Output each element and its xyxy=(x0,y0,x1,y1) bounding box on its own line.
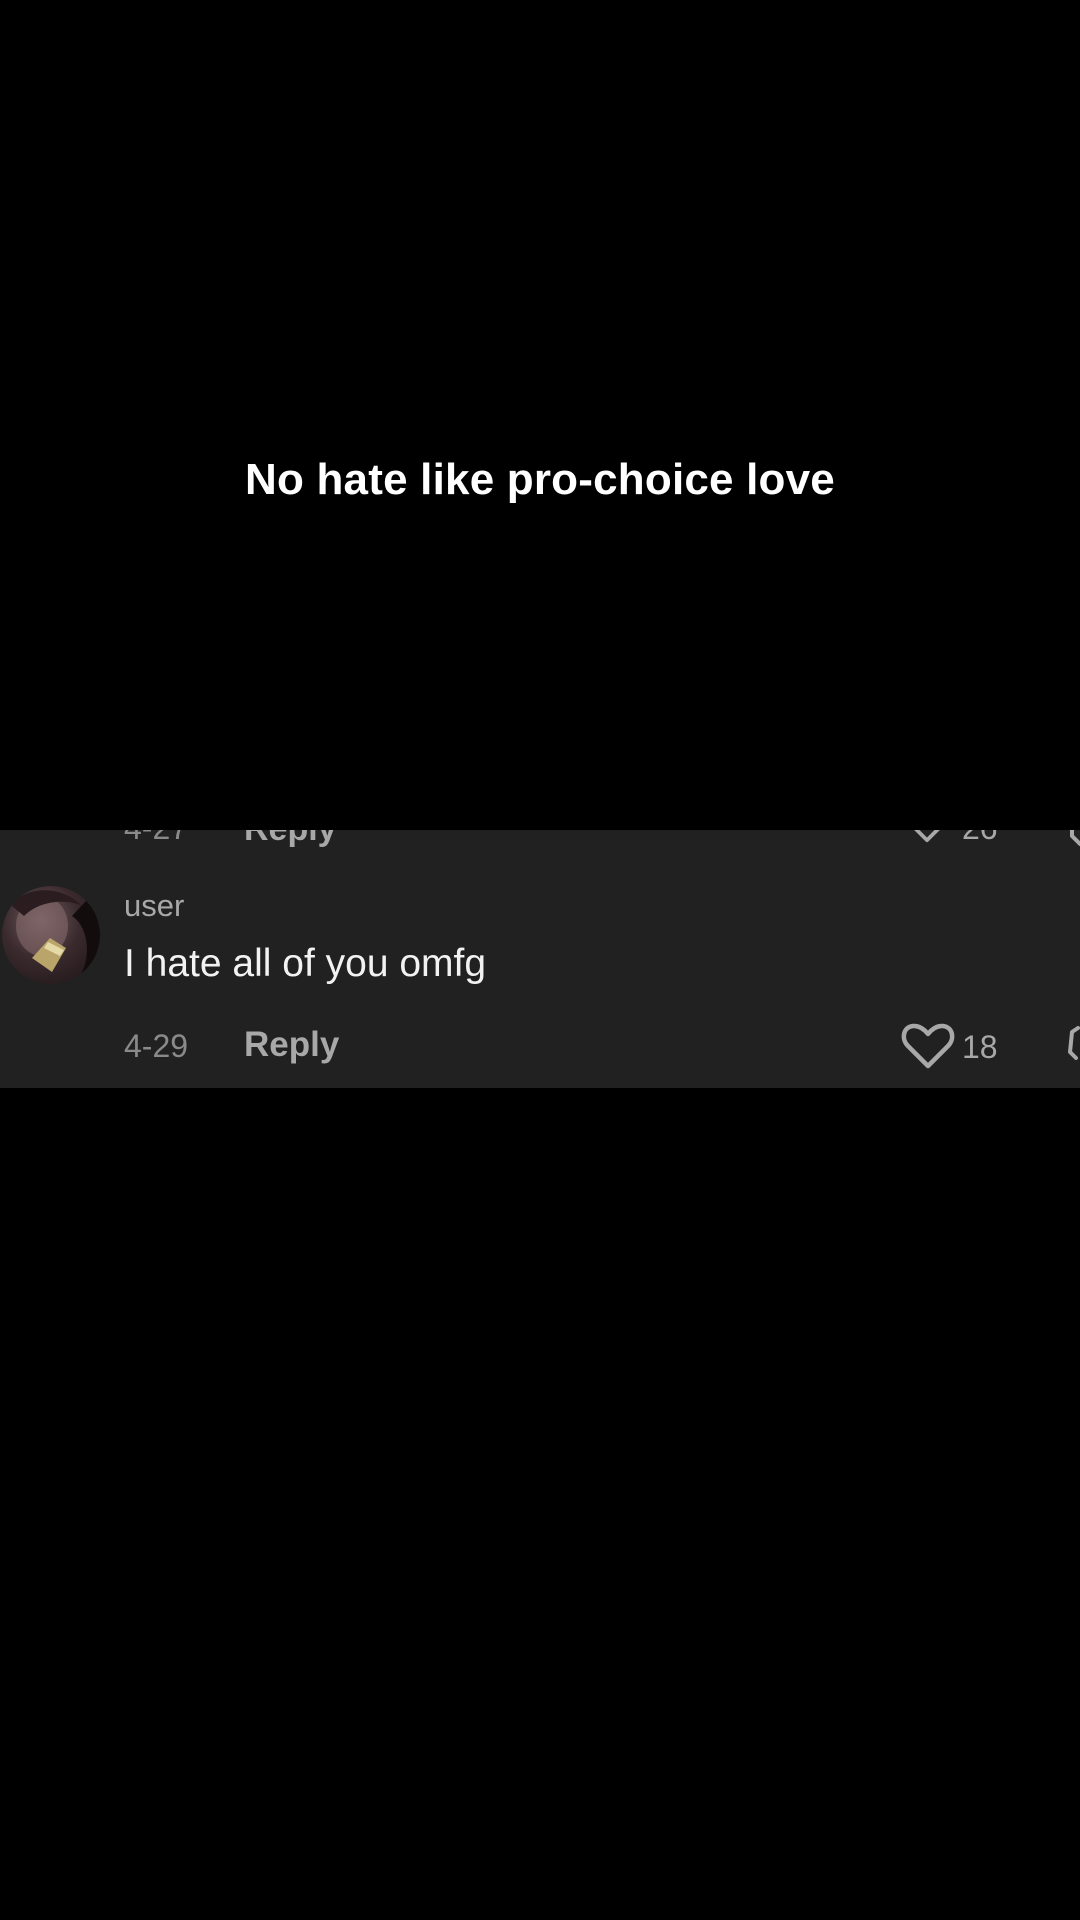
heart-outline-icon[interactable] xyxy=(900,1018,956,1074)
like-count: 18 xyxy=(962,1029,998,1065)
comment-username[interactable]: user xyxy=(124,888,184,924)
thumbs-down-icon[interactable] xyxy=(1068,830,1080,846)
comment-panel: 4-27 Reply 26 user I hate all of you omf… xyxy=(0,830,1080,1088)
comment-date: 4-29 xyxy=(124,1028,189,1064)
screen: No hate like pro-choice love 4-27 Reply … xyxy=(0,0,1080,1920)
previous-reply-button[interactable]: Reply xyxy=(244,830,337,849)
video-caption: No hate like pro-choice love xyxy=(245,455,835,504)
reply-button[interactable]: Reply xyxy=(244,1025,339,1065)
avatar-image xyxy=(12,886,100,984)
comment-text: I hate all of you omfg xyxy=(124,942,487,985)
thumbs-down-icon[interactable] xyxy=(1066,1018,1080,1074)
previous-comment-footer: 4-27 Reply 26 xyxy=(0,830,1080,850)
previous-like-count: 26 xyxy=(962,830,998,847)
avatar[interactable] xyxy=(2,886,100,984)
previous-comment-date: 4-27 xyxy=(124,830,188,847)
heart-outline-icon[interactable] xyxy=(904,830,950,844)
